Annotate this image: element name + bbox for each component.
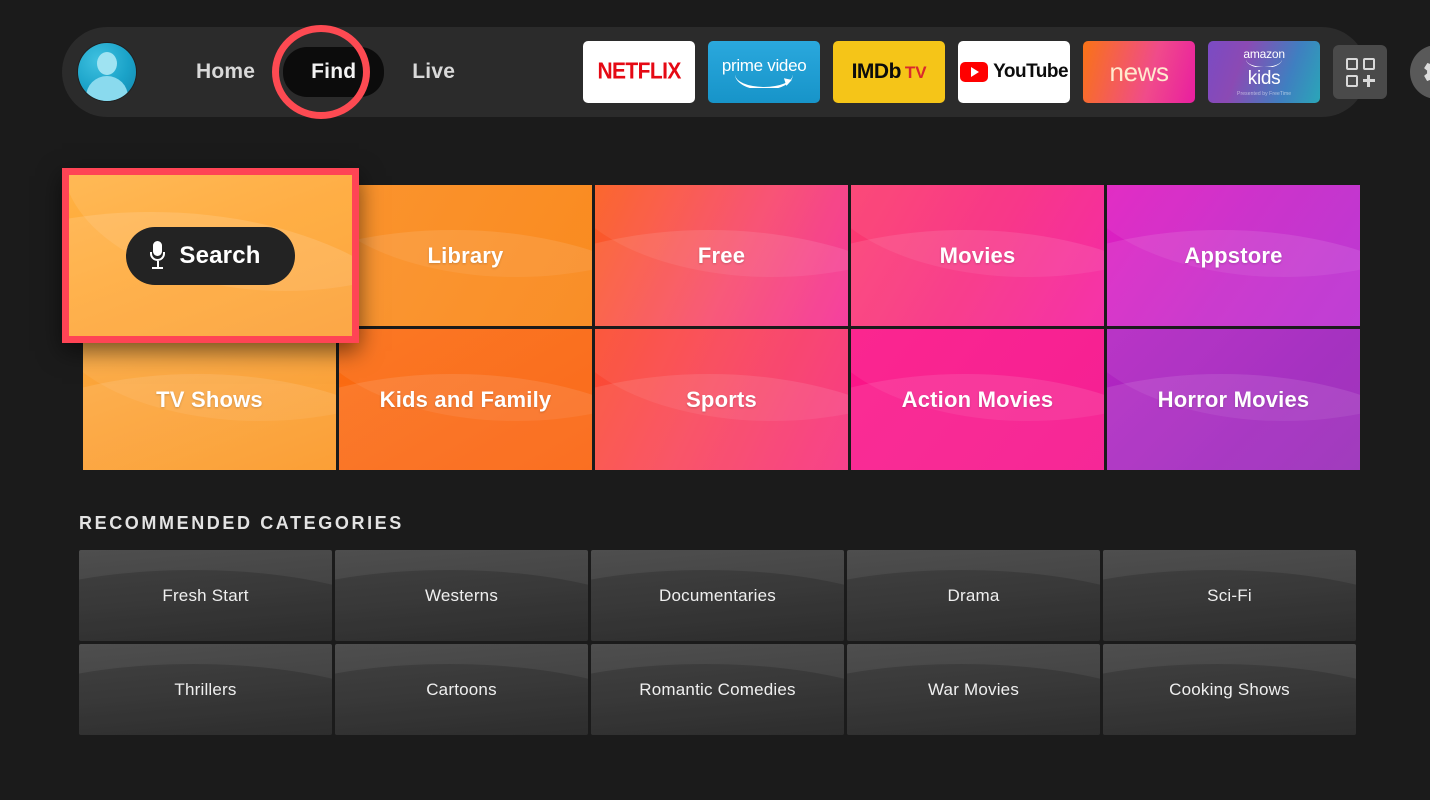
- recommended-label: Thrillers: [174, 679, 237, 699]
- recommended-categories-grid: Fresh Start Westerns Documentaries Drama…: [79, 550, 1356, 735]
- search-button-label: Search: [179, 241, 261, 269]
- plus-icon: [1362, 74, 1375, 87]
- app-tile-imdb-tv[interactable]: IMDb TV: [833, 41, 946, 103]
- settings-button[interactable]: [1410, 45, 1430, 99]
- nav-item-find-label: Find: [311, 60, 357, 83]
- recommended-label: Westerns: [424, 585, 499, 605]
- app-tile-netflix[interactable]: NETFLIX: [583, 41, 696, 103]
- imdb-logo-text: IMDb: [851, 60, 902, 83]
- app-library-button[interactable]: [1333, 45, 1388, 99]
- recommended-tile-documentaries[interactable]: Documentaries: [591, 550, 844, 641]
- top-navigation-bar: Home Find Live NETFLIX prime video IMDb …: [62, 27, 1430, 117]
- app-tile-news[interactable]: news: [1083, 41, 1196, 103]
- category-label: Action Movies: [901, 386, 1054, 412]
- app-grid-plus-icon: [1345, 57, 1375, 87]
- news-logo-text: news: [1109, 56, 1170, 87]
- nav-item-live-label: Live: [412, 60, 456, 83]
- imdb-tv-suffix: TV: [904, 63, 927, 82]
- grid-square: [1362, 57, 1375, 70]
- app-tile-amazon-kids[interactable]: amazon kids Presented by FreeTime: [1208, 41, 1321, 103]
- recommended-label: Fresh Start: [162, 585, 249, 605]
- recommended-label: Documentaries: [659, 585, 776, 605]
- recommended-tile-war-movies[interactable]: War Movies: [847, 644, 1100, 735]
- category-tile-movies[interactable]: Movies: [851, 185, 1104, 326]
- category-label: Free: [697, 242, 746, 268]
- tile-wave: [847, 570, 1100, 641]
- category-label: Appstore: [1184, 242, 1283, 268]
- category-label: Movies: [939, 242, 1016, 268]
- recommended-tile-cartoons[interactable]: Cartoons: [335, 644, 588, 735]
- recommended-label: Drama: [947, 585, 1000, 605]
- avatar-head: [97, 52, 117, 75]
- amazon-kids-logo: amazon kids Presented by FreeTime: [1237, 48, 1291, 97]
- tile-wave: [591, 570, 844, 641]
- tile-wave: [79, 570, 332, 641]
- search-tile-container: Search: [62, 168, 359, 343]
- youtube-logo: YouTube: [960, 61, 1069, 83]
- tile-wave: [591, 664, 844, 735]
- avatar-body: [86, 76, 128, 101]
- grid-square: [1345, 74, 1358, 87]
- category-label: Kids and Family: [379, 386, 552, 412]
- recommended-label: Cooking Shows: [1169, 679, 1290, 699]
- recommended-tile-fresh-start[interactable]: Fresh Start: [79, 550, 332, 641]
- tile-wave: [1103, 664, 1356, 735]
- recommended-categories-heading: RECOMMENDED CATEGORIES: [79, 513, 404, 533]
- tile-wave: [335, 570, 588, 641]
- category-tile-sports[interactable]: Sports: [595, 329, 848, 470]
- recommended-label: Romantic Comedies: [639, 679, 796, 699]
- youtube-play-icon: [960, 62, 989, 82]
- recommended-tile-drama[interactable]: Drama: [847, 550, 1100, 641]
- category-label: TV Shows: [156, 386, 263, 412]
- amazon-wordmark: amazon: [1243, 46, 1285, 61]
- recommended-label: Cartoons: [426, 679, 497, 699]
- category-tile-action-movies[interactable]: Action Movies: [851, 329, 1104, 470]
- recommended-tile-westerns[interactable]: Westerns: [335, 550, 588, 641]
- category-tile-library[interactable]: Library: [339, 185, 592, 326]
- app-tile-prime-video[interactable]: prime video: [708, 41, 821, 103]
- app-shortcut-tiles: NETFLIX prime video IMDb TV YouTube news…: [583, 41, 1430, 103]
- gear-icon: [1424, 63, 1430, 81]
- recommended-tile-sci-fi[interactable]: Sci-Fi: [1103, 550, 1356, 641]
- tile-wave: [1103, 570, 1356, 641]
- category-tile-free[interactable]: Free: [595, 185, 848, 326]
- search-button[interactable]: Search: [126, 226, 295, 285]
- nav-item-find[interactable]: Find: [283, 47, 385, 97]
- freetime-sublabel: Presented by FreeTime: [1237, 90, 1292, 97]
- avatar: [78, 43, 136, 101]
- category-tile-tv-shows[interactable]: TV Shows: [83, 329, 336, 470]
- recommended-tile-romantic-comedies[interactable]: Romantic Comedies: [591, 644, 844, 735]
- app-tile-youtube[interactable]: YouTube: [958, 41, 1071, 103]
- category-label: Horror Movies: [1157, 386, 1310, 412]
- recommended-tile-thrillers[interactable]: Thrillers: [79, 644, 332, 735]
- category-label: Library: [427, 242, 504, 268]
- grid-square: [1345, 57, 1358, 70]
- recommended-label: War Movies: [927, 679, 1020, 699]
- category-tile-kids-and-family[interactable]: Kids and Family: [339, 329, 592, 470]
- nav-item-home[interactable]: Home: [168, 47, 283, 97]
- category-tile-appstore[interactable]: Appstore: [1107, 185, 1360, 326]
- netflix-logo-text: NETFLIX: [597, 58, 681, 85]
- imdb-tv-logo: IMDb TV: [852, 60, 927, 84]
- amazon-smile-arrow-icon: [735, 75, 794, 88]
- prime-video-logo: prime video: [722, 57, 807, 88]
- prime-video-logo-text: prime video: [721, 55, 807, 75]
- nav-item-home-label: Home: [196, 60, 256, 83]
- category-tile-horror-movies[interactable]: Horror Movies: [1107, 329, 1360, 470]
- recommended-label: Sci-Fi: [1207, 585, 1252, 605]
- tile-wave: [79, 664, 332, 735]
- youtube-logo-text: YouTube: [993, 61, 1069, 82]
- recommended-tile-cooking-shows[interactable]: Cooking Shows: [1103, 644, 1356, 735]
- kids-wordmark: kids: [1247, 67, 1281, 89]
- microphone-icon: [150, 240, 166, 271]
- search-tile[interactable]: Search: [62, 168, 359, 343]
- tile-wave: [335, 664, 588, 735]
- nav-item-live[interactable]: Live: [384, 47, 483, 97]
- nav-items: Home Find Live: [168, 47, 483, 97]
- amazon-smile-arrow-icon: [1246, 60, 1282, 67]
- profile-avatar-button[interactable]: [62, 27, 152, 117]
- tile-wave: [847, 664, 1100, 735]
- fire-tv-find-screen: Home Find Live NETFLIX prime video IMDb …: [0, 0, 1430, 800]
- category-label: Sports: [686, 386, 757, 412]
